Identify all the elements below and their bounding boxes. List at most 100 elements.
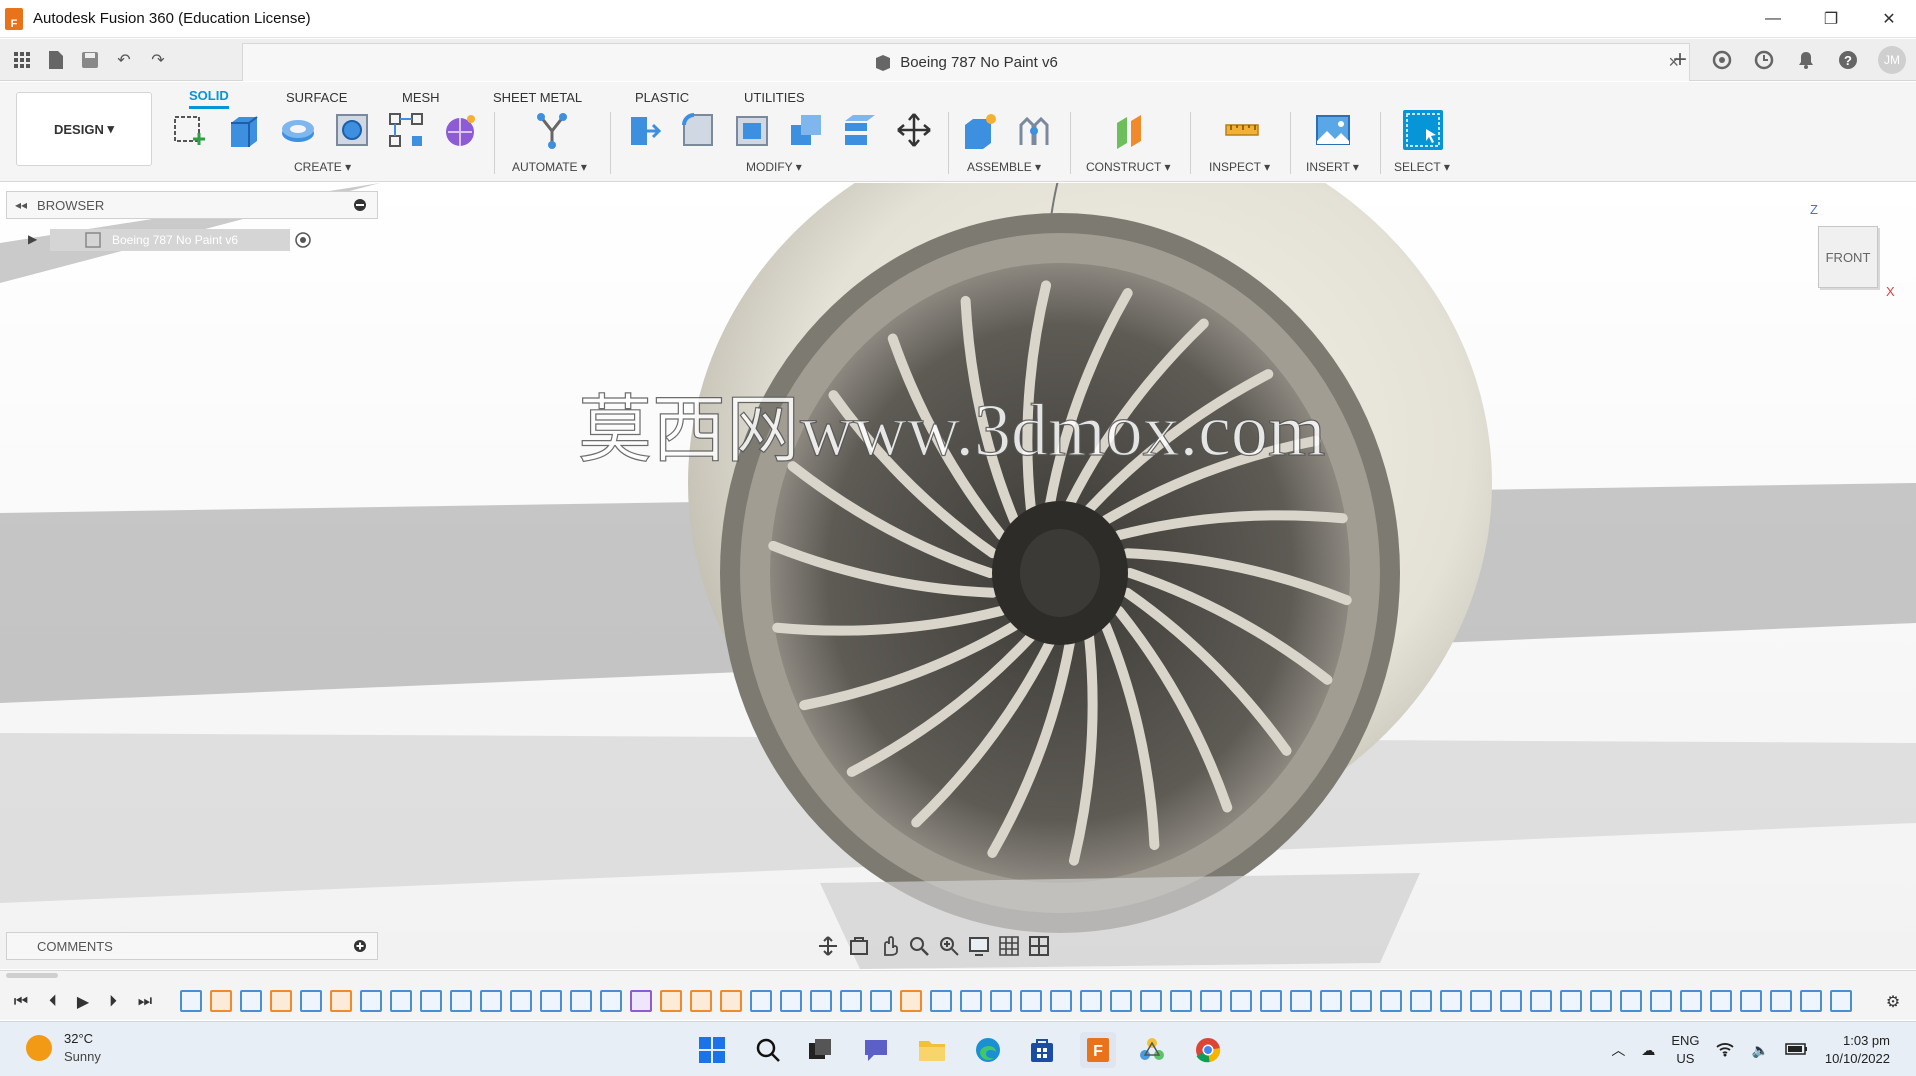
timeline-feature[interactable] [1080,990,1102,1012]
timeline-feature[interactable] [1140,990,1162,1012]
timeline-feature[interactable] [1020,990,1042,1012]
timeline-feature[interactable] [1650,990,1672,1012]
tab-surface[interactable]: SURFACE [286,85,347,109]
timeline-feature[interactable] [210,990,232,1012]
timeline-feature[interactable] [1230,990,1252,1012]
onedrive-icon[interactable]: ☁ [1641,1042,1655,1059]
timeline-feature[interactable] [1380,990,1402,1012]
timeline-feature[interactable] [1290,990,1312,1012]
collapse-panel-icon[interactable]: ◂◂ [15,198,27,212]
timeline-feature[interactable] [1560,990,1582,1012]
viewports-icon[interactable] [1028,935,1050,962]
next-icon[interactable]: ⏵ [102,991,124,1013]
store-icon[interactable] [1024,1032,1060,1068]
fillet-icon[interactable] [678,110,718,150]
timeline-feature[interactable] [480,990,502,1012]
timeline-feature[interactable] [900,990,922,1012]
select-group-label[interactable]: SELECT ▾ [1394,160,1450,174]
grid-settings-icon[interactable] [998,935,1020,962]
joint-icon[interactable] [1014,110,1054,150]
chevron-up-icon[interactable]: ︿ [1611,1040,1625,1060]
timeline-feature[interactable] [1500,990,1522,1012]
3d-viewport[interactable]: 莫西网www.3dmox.com [0,183,1916,969]
windows-start-icon[interactable] [694,1032,730,1068]
timeline-feature[interactable] [1050,990,1072,1012]
timeline-feature[interactable] [1440,990,1462,1012]
browser-root-node[interactable]: Boeing 787 No Paint v6 [50,229,290,251]
automate-icon[interactable] [532,110,572,150]
timeline-feature[interactable] [840,990,862,1012]
revolve-icon[interactable] [278,110,318,150]
timeline-feature[interactable] [960,990,982,1012]
timeline-feature[interactable] [1830,990,1852,1012]
timeline-feature[interactable] [1410,990,1432,1012]
edge-icon[interactable] [970,1032,1006,1068]
gear-icon[interactable]: ⚙ [1882,991,1904,1013]
timeline-feature[interactable] [1200,990,1222,1012]
file-explorer-icon[interactable] [914,1032,950,1068]
split-body-icon[interactable] [840,110,880,150]
extensions-icon[interactable] [1710,48,1734,72]
timeline-feature[interactable] [360,990,382,1012]
timeline-feature[interactable] [450,990,472,1012]
browser-minimize-icon[interactable] [353,198,367,217]
assemble-group-label[interactable]: ASSEMBLE ▾ [967,160,1041,174]
display-settings-icon[interactable] [968,935,990,962]
insert-image-icon[interactable] [1313,110,1353,150]
extrude-icon[interactable] [224,110,264,150]
timeline-feature[interactable] [1110,990,1132,1012]
timeline-feature[interactable] [630,990,652,1012]
measure-icon[interactable] [1222,110,1262,150]
look-at-icon[interactable] [848,935,870,962]
timeline-feature[interactable] [300,990,322,1012]
play-icon[interactable]: ▶ [72,991,94,1013]
timeline-feature[interactable] [240,990,262,1012]
timeline-feature[interactable] [870,990,892,1012]
add-comment-icon[interactable] [353,939,367,958]
timeline-feature[interactable] [1680,990,1702,1012]
close-icon[interactable]: ✕ [1860,0,1916,38]
wifi-icon[interactable] [1715,1041,1735,1060]
viewcube[interactable]: FRONT [1818,226,1878,288]
timeline-feature[interactable] [1260,990,1282,1012]
tab-solid[interactable]: SOLID [189,85,229,109]
timeline-feature[interactable] [1770,990,1792,1012]
timeline-feature[interactable] [600,990,622,1012]
timeline-feature[interactable] [750,990,772,1012]
insert-group-label[interactable]: INSERT ▾ [1306,160,1359,174]
timeline-feature[interactable] [540,990,562,1012]
timeline-feature[interactable] [1320,990,1342,1012]
minimize-icon[interactable]: — [1744,0,1802,38]
timeline-feature[interactable] [390,990,412,1012]
construct-group-label[interactable]: CONSTRUCT ▾ [1086,160,1171,174]
timeline-scrollbar[interactable] [6,973,58,978]
timeline-feature[interactable] [660,990,682,1012]
press-pull-icon[interactable] [624,110,664,150]
inspect-group-label[interactable]: INSPECT ▾ [1209,160,1270,174]
new-component-icon[interactable] [960,110,1000,150]
language-indicator[interactable]: ENG US [1671,1032,1699,1068]
timeline-feature[interactable] [1740,990,1762,1012]
pan-icon[interactable] [878,935,900,962]
file-icon[interactable] [44,48,68,72]
timeline-feature[interactable] [420,990,442,1012]
rectangular-pattern-icon[interactable] [386,110,426,150]
document-tab[interactable]: Boeing 787 No Paint v6 × [242,43,1690,81]
combine-icon[interactable] [786,110,826,150]
fusion360-icon[interactable]: F [1080,1032,1116,1068]
tab-sheet-metal[interactable]: SHEET METAL [493,85,582,109]
form-icon[interactable] [440,110,480,150]
redo-icon[interactable]: ↷ [146,48,170,72]
save-icon[interactable] [78,48,102,72]
search-icon[interactable] [750,1032,786,1068]
previous-icon[interactable]: ⏴ [42,991,64,1013]
modify-group-label[interactable]: MODIFY ▾ [746,160,802,174]
browser-panel[interactable]: ◂◂ BROWSER [6,191,378,219]
timeline-feature[interactable] [810,990,832,1012]
orbit-icon[interactable] [816,935,840,962]
workspace-switcher-button[interactable]: DESIGN ▾ [16,92,152,166]
zoom-icon[interactable] [908,935,930,962]
create-sketch-icon[interactable] [170,110,210,150]
automate-group-label[interactable]: AUTOMATE ▾ [512,160,587,174]
timeline-feature[interactable] [690,990,712,1012]
